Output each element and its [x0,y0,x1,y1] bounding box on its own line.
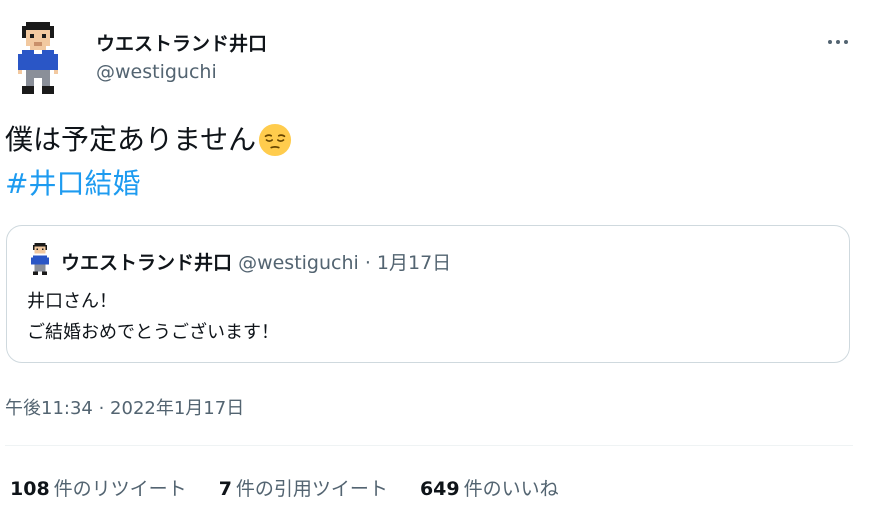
tweet-text: 僕は予定ありません #井口結婚 [5,118,292,206]
author-display-name[interactable]: ウエストランド井口 [96,29,267,56]
tweet-card: ウエストランド井口 @westiguchi 僕は予定ありません #井口結婚 ウエ… [0,0,874,518]
author-avatar[interactable] [14,22,62,98]
quoted-text-line: 井口さん！ [27,291,117,312]
tweet-text-line: 僕は予定ありません [5,123,257,156]
retweets-stat[interactable]: 108 件のリツイート [10,474,187,501]
quotes-count: 7 [218,478,232,500]
quotes-stat[interactable]: 7 件の引用ツイート [219,474,388,501]
quotes-label: 件の引用ツイート [235,478,388,500]
author-handle[interactable]: @westiguchi [96,61,217,83]
more-options-button[interactable] [820,28,856,56]
quoted-tweet-text: 井口さん！ ご結婚おめでとうございます！ [27,286,279,348]
retweets-label: 件のリツイート [53,478,187,500]
likes-label: 件のいいね [463,478,559,500]
quoted-author-name: ウエストランド井口 [61,252,233,274]
quoted-tweet-header: ウエストランド井口 @westiguchi · 1月17日 [61,248,451,275]
retweets-count: 108 [10,478,50,500]
more-horizontal-icon [828,40,848,44]
quoted-text-line: ご結婚おめでとうございます！ [27,322,279,343]
hashtag-link[interactable]: #井口結婚 [5,162,140,206]
quoted-tweet[interactable]: ウエストランド井口 @westiguchi · 1月17日 井口さん！ ご結婚お… [6,225,850,363]
pensive-face-emoji-icon [259,123,292,157]
likes-stat[interactable]: 649 件のいいね [420,474,559,501]
tweet-timestamp[interactable]: 午後11:34 · 2022年1月17日 [5,394,244,420]
engagement-stats: 108 件のリツイート 7 件の引用ツイート 649 件のいいね [10,474,591,501]
quoted-author-meta: @westiguchi · 1月17日 [238,252,452,274]
divider [5,445,853,446]
quoted-author-avatar[interactable] [29,243,51,277]
likes-count: 649 [419,478,460,500]
